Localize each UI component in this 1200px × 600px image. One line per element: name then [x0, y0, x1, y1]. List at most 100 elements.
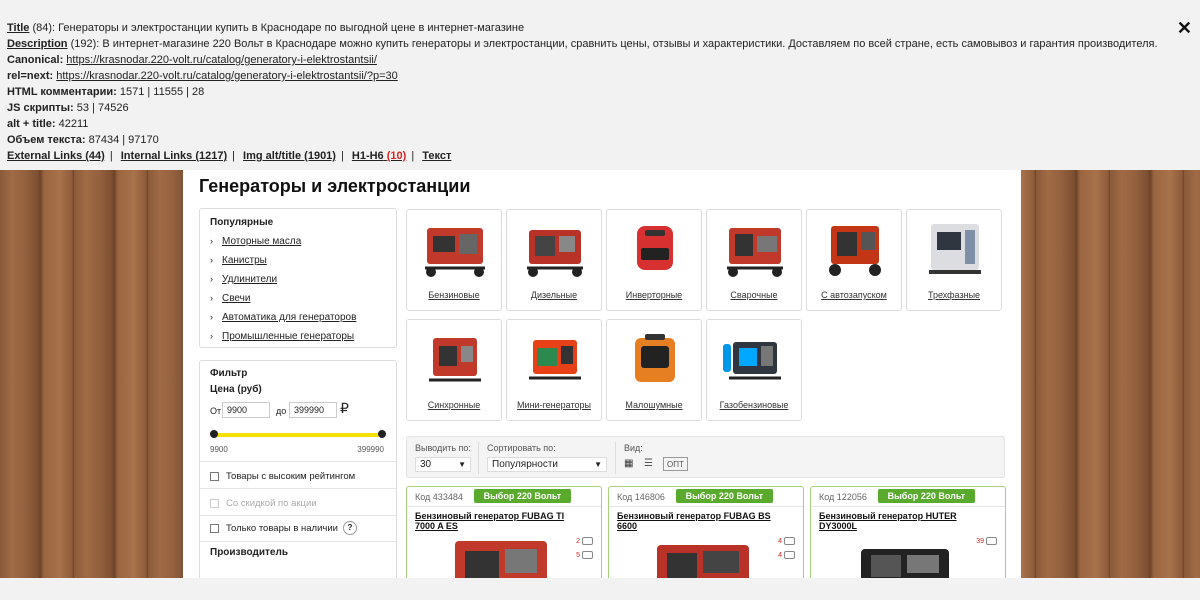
high-rating-checkbox[interactable]: Товары с высоким рейтингом: [210, 471, 355, 482]
category-label: Сварочные: [730, 290, 778, 300]
seo-html-comments-value: 1571 | 11555 | 28: [119, 86, 205, 98]
per-page-value: 30: [420, 459, 432, 470]
reviews-count[interactable]: 4: [778, 537, 795, 545]
seo-canonical-link[interactable]: https://krasnodar.220-volt.ru/catalog/ge…: [66, 54, 377, 66]
price-slider[interactable]: [210, 430, 386, 439]
generator-image: [829, 226, 881, 276]
product-name-link[interactable]: Бензиновый генератор HUTER DY3000L: [819, 511, 979, 531]
product-name-link[interactable]: Бензиновый генератор FUBAG TI 7000 A ES: [415, 511, 575, 531]
price-from-label: От: [210, 406, 222, 416]
video-icon: [784, 551, 795, 559]
per-page-select[interactable]: 30 ▼: [415, 457, 471, 472]
external-links-link[interactable]: External Links (44): [7, 150, 105, 162]
chevron-down-icon: ▼: [594, 460, 602, 469]
popular-item[interactable]: › Моторные масла: [210, 232, 386, 251]
videos-count[interactable]: 5: [576, 551, 593, 559]
popular-item[interactable]: › Канистры: [210, 251, 386, 270]
wholesale-view-button[interactable]: ОПТ: [663, 457, 688, 471]
divider: [200, 541, 396, 542]
price-to-input[interactable]: 399990: [289, 402, 337, 418]
list-view-icon[interactable]: ☰: [644, 458, 653, 469]
category-tile-inverter[interactable]: Инверторные: [606, 209, 702, 311]
sort-select[interactable]: Популярности ▼: [487, 457, 607, 472]
help-icon[interactable]: ?: [342, 521, 357, 535]
popular-item-label: Удлинители: [222, 274, 278, 285]
popular-item[interactable]: › Автоматика для генераторов: [210, 308, 386, 327]
video-icon: [582, 551, 593, 559]
product-code: Код 433484: [415, 492, 463, 502]
listing-toolbar: Выводить по: 30 ▼ Сортировать по: Популяр…: [406, 436, 1005, 478]
text-link[interactable]: Текст: [422, 150, 451, 162]
divider: [200, 461, 396, 462]
filter-header: Фильтр: [210, 368, 248, 379]
price-slider-min-handle[interactable]: [210, 430, 218, 438]
price-slider-labels: 9900 399990: [210, 445, 384, 454]
page-title: Генераторы и электростанции: [199, 176, 471, 196]
popular-item[interactable]: › Удлинители: [210, 270, 386, 289]
category-tile-three-phase[interactable]: Трехфазные: [906, 209, 1002, 311]
popular-item-label: Моторные масла: [222, 236, 302, 247]
generator-image: [723, 342, 781, 380]
category-tile-low-noise[interactable]: Малошумные: [606, 319, 702, 421]
seo-title-rest: в Краснодаре по выгодной цене в интернет…: [248, 22, 525, 34]
category-tile-gas-petrol[interactable]: Газобензиновые: [706, 319, 802, 421]
category-tile-welding[interactable]: Сварочные: [706, 209, 802, 311]
product-card[interactable]: Код 122056 Выбор 220 Вольт Бензиновый ге…: [810, 486, 1006, 578]
seo-relnext-link[interactable]: https://krasnodar.220-volt.ru/catalog/ge…: [56, 70, 398, 82]
category-tile-diesel[interactable]: Дизельные: [506, 209, 602, 311]
product-card[interactable]: Код 146806 Выбор 220 Вольт Бензиновый ге…: [608, 486, 804, 578]
generator-image: [929, 224, 981, 274]
category-tile-synchronous[interactable]: Синхронные: [406, 319, 502, 421]
img-alt-title-link[interactable]: Img alt/title (1901): [243, 150, 336, 162]
seo-text-volume-key: Объем текста:: [7, 134, 86, 146]
choice-badge: Выбор 220 Вольт: [473, 489, 571, 503]
grid-view-icon[interactable]: ▦: [624, 458, 633, 469]
category-label: Бензиновые: [428, 290, 480, 300]
headings-link[interactable]: H1-H6 (10): [352, 150, 406, 162]
discount-checkbox[interactable]: Со скидкой по акции: [210, 498, 317, 509]
headings-link-label: H1-H6: [351, 150, 384, 162]
comment-icon: [784, 537, 795, 545]
generator-image: [529, 340, 581, 380]
generator-image: [429, 338, 481, 382]
reviews-number: 39: [976, 537, 984, 545]
catalog-page: Генераторы и электростанции Популярные ›…: [183, 170, 1021, 578]
generator-image: [635, 334, 675, 382]
reviews-count[interactable]: 39: [976, 537, 997, 545]
price-from-input[interactable]: 9900: [222, 402, 270, 418]
category-tile-autostart[interactable]: С автозапуском: [806, 209, 902, 311]
seo-text-volume-value: 87434 | 97170: [88, 134, 159, 146]
internal-links-link[interactable]: Internal Links (1217): [121, 150, 227, 162]
divider: [200, 488, 396, 489]
bottom-strip: [0, 578, 1200, 600]
category-label: Газобензиновые: [719, 400, 789, 410]
price-slider-max-handle[interactable]: [378, 430, 386, 438]
videos-count[interactable]: 4: [778, 551, 795, 559]
reviews-number: 4: [778, 537, 782, 545]
checkbox-icon: [210, 472, 219, 481]
checkbox-icon: [210, 523, 219, 533]
in-stock-checkbox[interactable]: Только товары в наличии?: [210, 521, 357, 535]
category-label: Мини-генераторы: [517, 400, 591, 410]
category-tile-petrol[interactable]: Бензиновые: [406, 209, 502, 311]
divider: [200, 515, 396, 516]
seo-title-highlight: Генераторы и электростанции купить: [58, 22, 249, 34]
seo-description-value: В интернет-магазине 220 Вольт в Краснода…: [102, 38, 1158, 50]
high-rating-label: Товары с высоким рейтингом: [226, 471, 356, 482]
category-tile-mini[interactable]: Мини-генераторы: [506, 319, 602, 421]
popular-item[interactable]: › Свечи: [210, 289, 386, 308]
seo-html-comments-key: HTML комментарии:: [7, 86, 117, 98]
close-icon[interactable]: ✕: [1177, 18, 1192, 39]
seo-js-value: 53 | 74526: [76, 102, 129, 114]
category-label: Трехфазные: [927, 290, 981, 300]
filter-box: Фильтр Цена (руб) От 9900 до 399990 ₽ 99…: [199, 360, 397, 578]
price-to-label: до: [276, 406, 287, 416]
popular-item[interactable]: › Промышленные генераторы: [210, 327, 386, 346]
product-card[interactable]: Код 433484 Выбор 220 Вольт Бензиновый ге…: [406, 486, 602, 578]
price-range-row: От 9900 до 399990 ₽: [210, 400, 386, 421]
per-page-label: Выводить по:: [415, 443, 471, 453]
product-name-link[interactable]: Бензиновый генератор FUBAG BS 6600: [617, 511, 777, 531]
reviews-count[interactable]: 2: [576, 537, 593, 545]
in-stock-label: Только товары в наличии: [226, 522, 338, 534]
videos-number: 5: [576, 551, 580, 559]
